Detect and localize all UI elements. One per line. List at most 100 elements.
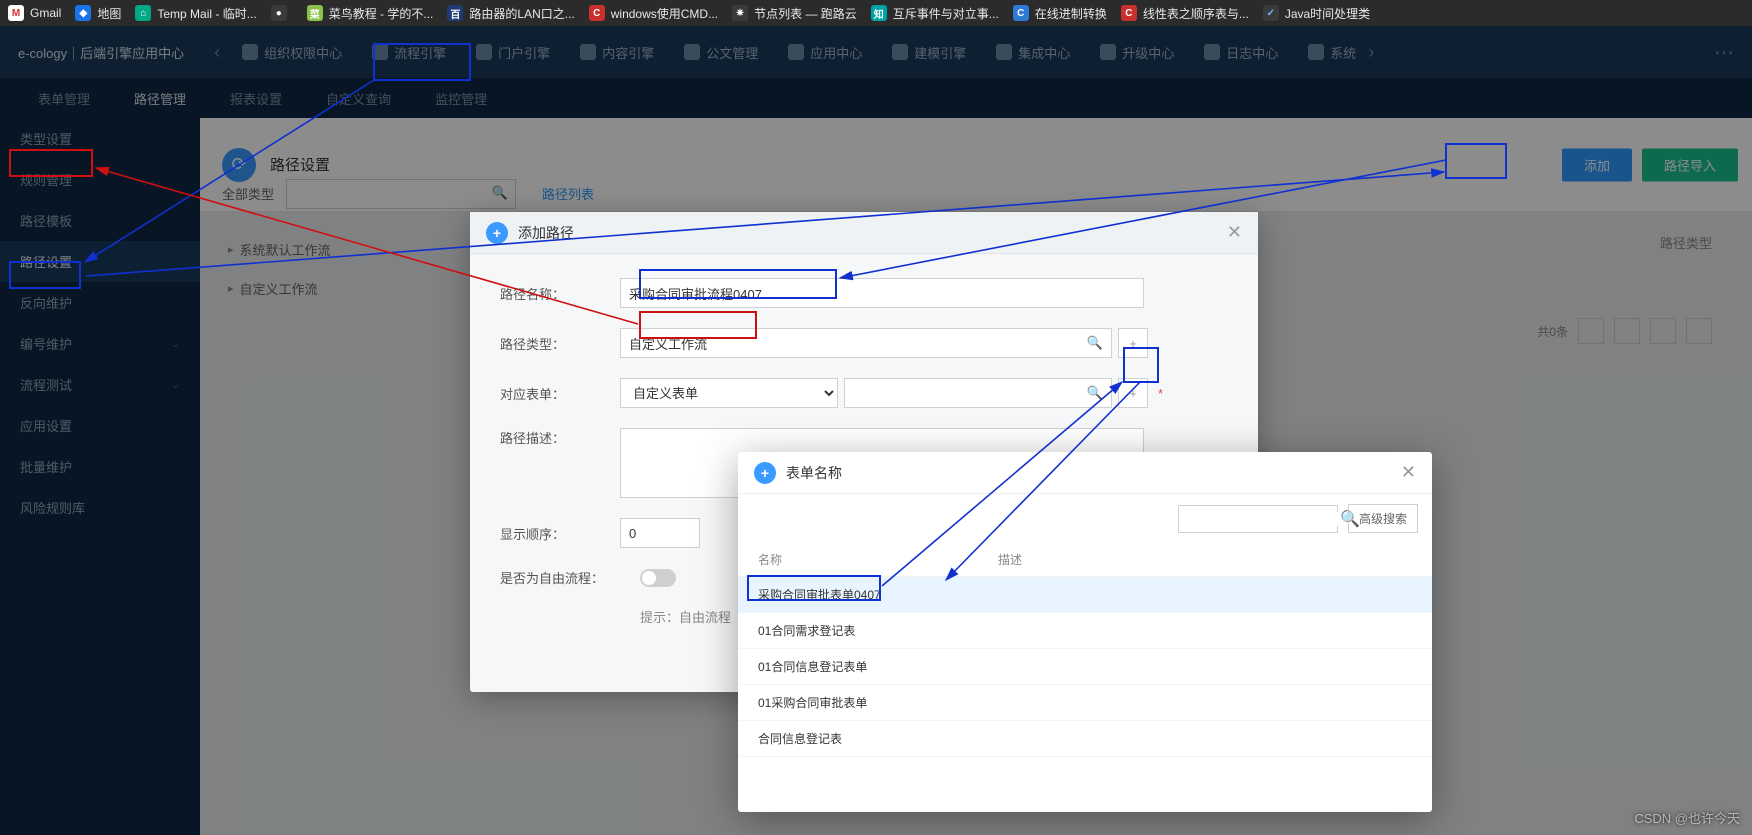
- bookmark-label: 互斥事件与对立事...: [893, 5, 999, 22]
- header-menu-item[interactable]: 升级中心: [1100, 43, 1174, 62]
- sub-tab[interactable]: 自定义查询: [318, 89, 399, 108]
- header-forward-icon[interactable]: ›: [1356, 42, 1386, 63]
- bookmark-icon: C: [1013, 5, 1029, 21]
- bookmark-item[interactable]: C 在线进制转换: [1013, 5, 1107, 22]
- sidebar-item[interactable]: 反向维护: [0, 282, 200, 323]
- form-lookup[interactable]: 🔍: [844, 378, 1112, 408]
- chevron-down-icon: ⌄: [171, 337, 180, 350]
- sidebar-item[interactable]: 批量维护: [0, 446, 200, 487]
- filter-input[interactable]: [286, 179, 516, 209]
- header-apps-icon[interactable]: ⋯: [1714, 40, 1752, 65]
- search-icon[interactable]: 🔍: [492, 185, 508, 201]
- import-button[interactable]: 路径导入: [1642, 148, 1738, 181]
- path-type-label: 路径类型：: [500, 334, 620, 353]
- menu-icon: [1204, 44, 1220, 60]
- bookmark-icon: 菜: [307, 5, 323, 21]
- pager-next[interactable]: [1650, 318, 1676, 344]
- menu-icon: [788, 44, 804, 60]
- advanced-search-button[interactable]: 高级搜索: [1348, 504, 1418, 533]
- sub-tab[interactable]: 监控管理: [427, 89, 495, 108]
- header-menu-item[interactable]: 建模引擎: [892, 43, 966, 62]
- sidebar-item[interactable]: 类型设置: [0, 118, 200, 159]
- tree-item[interactable]: ▸自定义工作流: [222, 269, 462, 308]
- required-marker: *: [1158, 386, 1163, 401]
- bookmark-item[interactable]: MGmail: [8, 5, 61, 21]
- list-footer: 共0条: [1537, 318, 1712, 344]
- bookmark-item[interactable]: ✓Java时间处理类: [1263, 5, 1370, 22]
- header-menu-item[interactable]: 集成中心: [996, 43, 1070, 62]
- header-menu-item[interactable]: 组织权限中心: [242, 43, 342, 62]
- pager-jump[interactable]: [1686, 318, 1712, 344]
- bookmark-icon: ✷: [732, 5, 748, 21]
- sidebar-item[interactable]: 编号维护⌄: [0, 323, 200, 364]
- tree-item[interactable]: ▸系统默认工作流: [222, 230, 462, 269]
- free-flow-toggle[interactable]: [640, 569, 676, 587]
- header-menu-item[interactable]: 内容引擎: [580, 43, 654, 62]
- form-picker-row[interactable]: 01采购合同审批表单: [738, 685, 1432, 721]
- plus-icon: +: [486, 222, 508, 244]
- bookmark-item[interactable]: 百路由器的LAN口之...: [447, 5, 574, 22]
- form-picker-row[interactable]: 01合同信息登记表单: [738, 649, 1432, 685]
- sub-tab[interactable]: 路径管理: [126, 89, 194, 108]
- bookmark-item[interactable]: Cwindows使用CMD...: [589, 5, 718, 22]
- watermark: CSDN @也许今天: [1634, 808, 1740, 827]
- page-title-icon: ⟳: [222, 148, 256, 182]
- menu-label: 门户引擎: [498, 43, 550, 62]
- form-picker-row[interactable]: 采购合同审批表单0407: [738, 577, 1432, 613]
- form-picker-row[interactable]: 01合同需求登记表: [738, 613, 1432, 649]
- path-type-value: 自定义工作流: [629, 334, 707, 353]
- header-menu-item[interactable]: 门户引擎: [476, 43, 550, 62]
- sub-tab[interactable]: 报表设置: [222, 89, 290, 108]
- menu-label: 建模引擎: [914, 43, 966, 62]
- filter-tab[interactable]: 路径列表: [528, 178, 608, 209]
- sidebar-item[interactable]: 路径模板: [0, 200, 200, 241]
- bookmark-item[interactable]: C线性表之顺序表与...: [1121, 5, 1249, 22]
- bookmark-label: Temp Mail - 临时...: [157, 5, 256, 22]
- bookmark-label: 在线进制转换: [1035, 5, 1107, 22]
- modal2-search-box[interactable]: 🔍: [1178, 505, 1338, 533]
- path-type-lookup[interactable]: 自定义工作流 🔍: [620, 328, 1112, 358]
- sidebar-item[interactable]: 应用设置: [0, 405, 200, 446]
- sidebar-item[interactable]: 路径设置: [0, 241, 200, 282]
- path-name-label: 路径名称：: [500, 284, 620, 303]
- bookmark-item[interactable]: ◆地图: [75, 5, 121, 22]
- header-menu-item[interactable]: 公文管理: [684, 43, 758, 62]
- menu-label: 升级中心: [1122, 43, 1174, 62]
- sidebar-item[interactable]: 流程测试⌄: [0, 364, 200, 405]
- bookmark-label: 节点列表 — 跑路云: [754, 5, 857, 22]
- sub-tab[interactable]: 表单管理: [30, 89, 98, 108]
- bookmark-item[interactable]: ⌂Temp Mail - 临时...: [135, 5, 256, 22]
- bookmark-item[interactable]: 菜菜鸟教程 - 学的不...: [307, 5, 434, 22]
- pager-prev[interactable]: [1578, 318, 1604, 344]
- header-back-icon[interactable]: ‹: [202, 42, 232, 63]
- bookmark-item[interactable]: ●: [271, 5, 293, 21]
- bookmark-item[interactable]: 知互斥事件与对立事...: [871, 5, 999, 22]
- col-name: 名称: [758, 551, 998, 568]
- sidebar-item[interactable]: 风险规则库: [0, 487, 200, 528]
- bookmark-item[interactable]: ✷ 节点列表 — 跑路云: [732, 5, 857, 22]
- search-icon[interactable]: 🔍: [1087, 335, 1103, 351]
- modal2-close-icon[interactable]: ✕: [1401, 462, 1416, 483]
- order-input[interactable]: [620, 518, 700, 548]
- chevron-down-icon: ⌄: [171, 378, 180, 391]
- path-type-add-button[interactable]: +: [1118, 328, 1148, 358]
- header-menu-item[interactable]: 系统: [1308, 43, 1356, 62]
- sidebar-item-label: 反向维护: [20, 293, 72, 312]
- order-label: 显示顺序：: [500, 524, 620, 543]
- pager-page[interactable]: [1614, 318, 1640, 344]
- add-button[interactable]: 添加: [1562, 148, 1632, 181]
- modal1-close-icon[interactable]: ✕: [1227, 222, 1242, 243]
- form-picker-row[interactable]: 合同信息登记表: [738, 721, 1432, 757]
- search-icon[interactable]: 🔍: [1087, 385, 1103, 401]
- path-name-input[interactable]: [620, 278, 1144, 308]
- form-label: 对应表单：: [500, 384, 620, 403]
- form-add-button[interactable]: +: [1118, 378, 1148, 408]
- header-menu-item[interactable]: 流程引擎: [372, 43, 446, 62]
- app-brand: e-cology｜后端引擎应用中心: [0, 43, 202, 62]
- sidebar-item[interactable]: 规则管理: [0, 159, 200, 200]
- header-menu-item[interactable]: 日志中心: [1204, 43, 1278, 62]
- modal2-search-input[interactable]: [1185, 512, 1340, 526]
- bookmark-icon: ✓: [1263, 5, 1279, 21]
- header-menu-item[interactable]: 应用中心: [788, 43, 862, 62]
- form-kind-select[interactable]: 自定义表单: [620, 378, 838, 408]
